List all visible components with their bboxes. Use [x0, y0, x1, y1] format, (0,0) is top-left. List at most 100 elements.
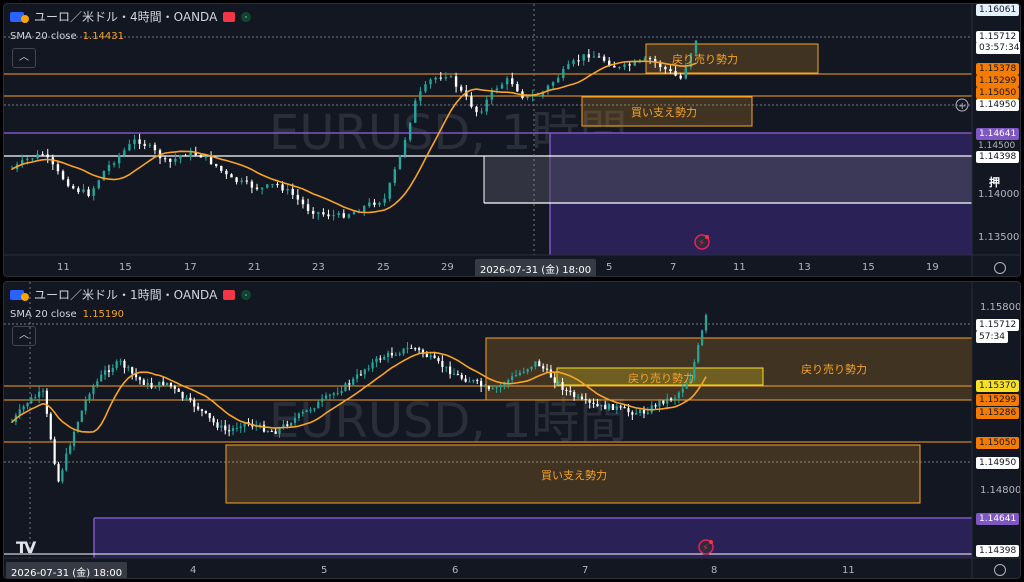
collapse-icon[interactable]: ︿ — [12, 48, 36, 68]
candle-body — [100, 374, 103, 382]
candle-body — [293, 417, 297, 423]
candle-body — [615, 406, 618, 410]
edge-text: 押 — [989, 176, 1000, 189]
candle-body — [270, 431, 273, 433]
candle-body — [240, 180, 243, 182]
candle-body — [311, 210, 315, 214]
candle-body — [208, 413, 211, 419]
candle-body — [669, 69, 672, 72]
candle-body — [344, 383, 347, 391]
chart-canvas-4h[interactable]: EURUSD, 1時間 ⚡ + — [4, 4, 1021, 277]
candle-body — [92, 188, 95, 196]
candle-body — [174, 158, 177, 162]
candle-body — [368, 202, 371, 207]
candle-body — [220, 165, 223, 171]
candle-body — [495, 387, 498, 389]
candle-body — [588, 400, 591, 403]
candle-body — [390, 352, 394, 356]
candle-body — [271, 184, 274, 186]
candle-body — [239, 426, 242, 428]
gear-icon[interactable] — [994, 564, 1006, 576]
candle-body — [613, 65, 616, 68]
candle-body — [250, 181, 254, 188]
candle-body — [322, 212, 325, 215]
support-zone-purple[interactable] — [94, 518, 972, 558]
sma-legend[interactable]: SMA 20 close 1.15190 — [10, 309, 124, 320]
candle-body — [596, 403, 599, 407]
candle-body — [262, 424, 266, 432]
candle-body — [301, 199, 305, 205]
candle-body — [602, 56, 606, 61]
candle-body — [274, 431, 277, 434]
candle-body — [45, 390, 48, 414]
candle-body — [452, 374, 456, 376]
gear-icon[interactable] — [994, 262, 1006, 274]
candle-body — [127, 367, 130, 369]
candle-body — [162, 381, 165, 385]
candle-body — [291, 189, 294, 195]
candle-body — [209, 156, 213, 165]
countdown-tag: 57:34 — [976, 331, 1008, 343]
candle-body — [704, 315, 708, 331]
symbol-title[interactable]: ユーロ／米ドル・4時間・OANDA — [34, 8, 217, 25]
candle-body — [327, 214, 330, 217]
sma-legend[interactable]: SMA 20 close 1.14431 — [10, 31, 124, 42]
price-tag: 1.15299 — [976, 394, 1020, 406]
candle-body — [212, 418, 215, 423]
chart-panel-1h[interactable]: EURUSD, 1時間 ⚡ ユーロ／米ドル・1時間・OANDA SMA 20 c… — [3, 281, 1021, 579]
candle-body — [580, 396, 584, 400]
time-axis-label: 29 — [441, 262, 454, 273]
price-tag: 1.14398 — [976, 545, 1020, 557]
candle-body — [654, 405, 657, 407]
price-tag: 1.15370 — [976, 380, 1020, 392]
candle-body — [505, 78, 509, 85]
range-zone-grey[interactable] — [484, 157, 972, 203]
svg-text:⚡: ⚡ — [702, 543, 709, 554]
candle-body — [107, 370, 111, 372]
close-square-icon[interactable] — [223, 11, 236, 22]
candle-body — [324, 395, 328, 399]
candle-body — [553, 377, 556, 383]
candle-body — [419, 91, 422, 101]
candle-body — [414, 348, 417, 350]
close-square-icon[interactable] — [223, 289, 236, 300]
price-tag: 1.14641 — [976, 128, 1020, 140]
candle-body — [378, 202, 381, 205]
candle-body — [169, 158, 172, 162]
collapse-icon[interactable]: ︿ — [12, 326, 36, 346]
time-axis-label: 15 — [862, 262, 875, 273]
chart-header: ユーロ／米ドル・1時間・OANDA — [10, 286, 252, 303]
price-axis-label: 1.13500 — [978, 232, 1020, 243]
candle-body — [138, 377, 142, 380]
candle-body — [587, 54, 591, 58]
candle-body — [646, 412, 649, 414]
chart-panel-4h[interactable]: EURUSD, 1時間 ⚡ + ユーロ／米ドル・4時間・OANDA SMA 20… — [3, 3, 1021, 277]
candle-body — [138, 139, 141, 144]
candle-body — [658, 400, 661, 407]
time-axis-label: 25 — [377, 262, 390, 273]
candle-body — [193, 399, 196, 407]
candle-body — [454, 76, 458, 87]
candle-body — [61, 470, 64, 482]
symbol-title[interactable]: ユーロ／米ドル・1時間・OANDA — [34, 286, 217, 303]
candle-body — [72, 186, 75, 189]
candle-body — [200, 409, 204, 411]
candle-body — [348, 383, 351, 385]
candle-body — [673, 398, 677, 400]
price-axis-label: 1.14800 — [980, 485, 1021, 496]
candle-body — [72, 431, 76, 446]
candle-body — [648, 58, 652, 60]
candle-body — [317, 401, 320, 409]
candle-body — [456, 374, 459, 376]
candle-body — [82, 189, 85, 192]
candle-body — [386, 352, 390, 357]
price-axis-label: 1.14500 — [978, 141, 1016, 151]
candle-body — [534, 361, 537, 367]
candle-body — [701, 330, 704, 346]
candle-body — [526, 96, 529, 99]
svg-text:⚡: ⚡ — [698, 238, 705, 249]
candle-body — [185, 397, 188, 399]
svg-text:+: + — [958, 101, 966, 112]
tradingview-logo-icon[interactable]: TV — [16, 538, 36, 557]
chart-canvas-1h[interactable]: EURUSD, 1時間 ⚡ — [4, 282, 1021, 579]
